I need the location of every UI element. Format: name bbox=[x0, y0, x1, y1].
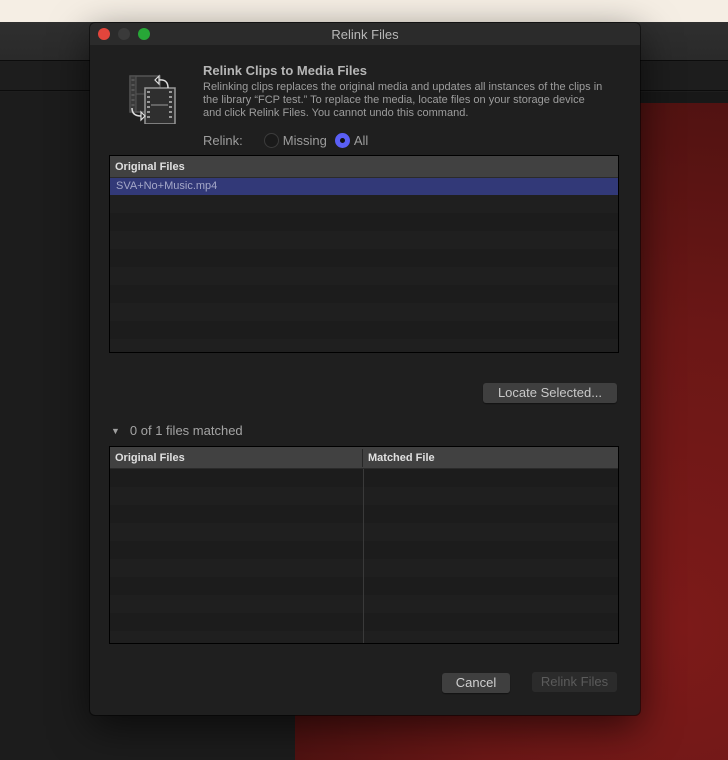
matched-summary: 0 of 1 files matched bbox=[129, 423, 243, 438]
relink-all-radio[interactable]: All bbox=[334, 133, 369, 148]
close-window-button[interactable] bbox=[98, 28, 110, 40]
dialog-description: Relinking clips replaces the original me… bbox=[203, 81, 603, 119]
empty-row bbox=[110, 285, 618, 303]
empty-row bbox=[110, 195, 618, 213]
relink-missing-radio[interactable]: Missing bbox=[263, 133, 327, 148]
relink-missing-label: Missing bbox=[282, 133, 327, 148]
empty-row bbox=[110, 523, 618, 541]
relink-label: Relink: bbox=[203, 133, 243, 148]
zoom-window-button[interactable] bbox=[138, 28, 150, 40]
relink-files-dialog: Relink Files Relink Clips to Media Files… bbox=[90, 23, 640, 715]
table-body bbox=[110, 469, 618, 643]
empty-row bbox=[110, 541, 618, 559]
disclosure-triangle-down-icon[interactable]: ▼ bbox=[111, 426, 120, 436]
cancel-button[interactable]: Cancel bbox=[442, 673, 510, 693]
dialog-heading: Relink Clips to Media Files bbox=[203, 63, 367, 78]
title-bar[interactable]: Relink Files bbox=[90, 23, 640, 45]
empty-row bbox=[110, 559, 618, 577]
table-row[interactable]: SVA+No+Music.mp4 bbox=[110, 178, 618, 195]
matched-section-header: ▼ 0 of 1 files matched bbox=[111, 423, 243, 438]
radio-unselected-icon[interactable] bbox=[263, 133, 279, 148]
empty-row bbox=[110, 213, 618, 231]
relink-mode-group: Relink: Missing All bbox=[203, 133, 372, 148]
window-controls bbox=[98, 28, 150, 40]
empty-row bbox=[110, 577, 618, 595]
menu-bar-strip bbox=[0, 0, 728, 22]
relink-files-button: Relink Files bbox=[532, 672, 617, 692]
empty-row bbox=[110, 469, 618, 487]
column-divider[interactable] bbox=[363, 469, 364, 643]
empty-row bbox=[110, 321, 618, 339]
table-body: SVA+No+Music.mp4 bbox=[110, 178, 618, 352]
empty-row bbox=[110, 613, 618, 631]
column-header-original-files[interactable]: Original Files bbox=[110, 449, 363, 467]
table-header: Original Files Matched File bbox=[110, 447, 618, 469]
minimize-window-button bbox=[118, 28, 130, 40]
empty-row bbox=[110, 505, 618, 523]
relink-film-icon bbox=[123, 68, 179, 125]
empty-row bbox=[110, 595, 618, 613]
column-header-original-files[interactable]: Original Files bbox=[110, 156, 185, 178]
radio-selected-icon[interactable] bbox=[334, 133, 350, 148]
empty-row bbox=[110, 249, 618, 267]
table-header: Original Files bbox=[110, 156, 618, 178]
window-title: Relink Files bbox=[331, 26, 399, 42]
empty-row bbox=[110, 631, 618, 643]
empty-row bbox=[110, 267, 618, 285]
locate-selected-button[interactable]: Locate Selected... bbox=[483, 383, 617, 403]
column-header-matched-file[interactable]: Matched File bbox=[363, 447, 435, 469]
empty-row bbox=[110, 487, 618, 505]
relink-all-label: All bbox=[353, 133, 369, 148]
original-files-table: Original Files SVA+No+Music.mp4 bbox=[109, 155, 619, 353]
empty-row bbox=[110, 339, 618, 352]
matched-files-table: Original Files Matched File bbox=[109, 446, 619, 644]
empty-row bbox=[110, 303, 618, 321]
empty-row bbox=[110, 231, 618, 249]
